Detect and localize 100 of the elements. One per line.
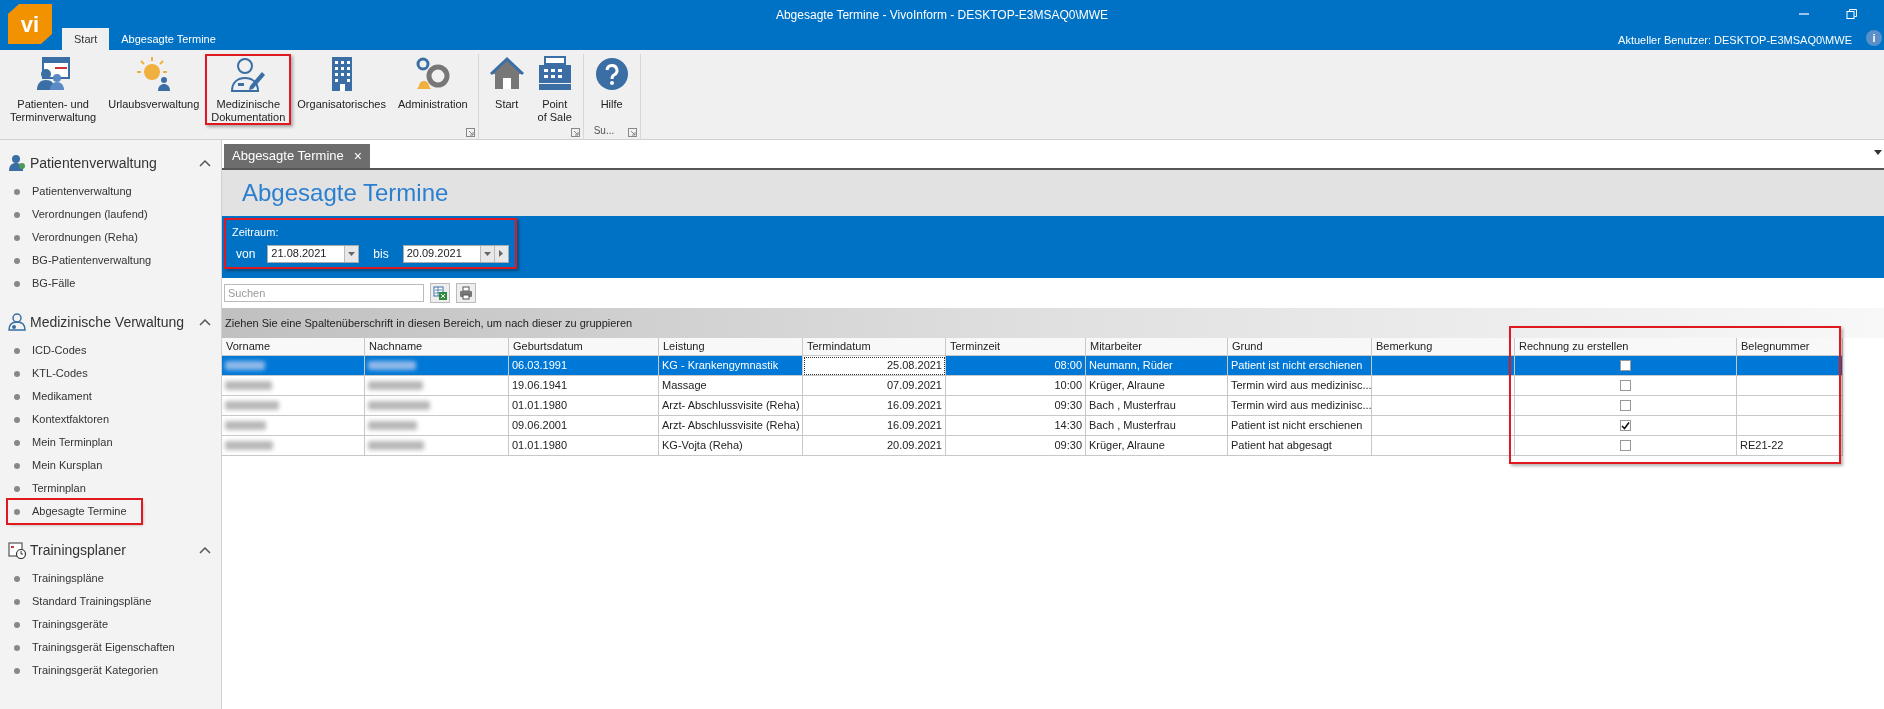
dropdown-button[interactable] [344, 245, 359, 262]
column-header[interactable]: Belegnummer [1737, 338, 1843, 356]
table-row[interactable]: 09.06.2001 Arzt- Abschlussvisite (Reha) 16.09.2021 14:30 Bach , Musterfrau Patient ist nicht erschienen [222, 416, 1843, 436]
table-row[interactable]: 01.01.1980 KG-Vojta (Reha) 20.09.2021 09:30 Krüger, Alraune Patient hat abgesagt RE21-22 [222, 436, 1843, 456]
ribbon-button[interactable]: Administration [391, 54, 474, 125]
column-header[interactable]: Bemerkung [1372, 338, 1515, 356]
table-cell: Krüger, Alraune [1086, 436, 1228, 456]
sidebar-item[interactable]: Trainingspläne [8, 567, 118, 590]
bullet-icon [14, 211, 20, 218]
sidebar-item[interactable]: Trainingsgerät Kategorien [8, 659, 173, 682]
section-header[interactable]: Trainingsplaner [8, 533, 211, 567]
sidebar-item[interactable]: Verordnungen (Reha) [8, 226, 152, 249]
collapse-icon [199, 318, 211, 326]
ribbon-button[interactable]: Patienten- und Terminverwaltung [4, 54, 103, 125]
ribbon-tab[interactable]: Start [62, 28, 110, 50]
sidebar-item[interactable]: Trainingsgeräte [8, 613, 123, 636]
redacted-text [368, 441, 424, 450]
dialog-launcher[interactable] [570, 128, 580, 137]
to-label: bis [373, 245, 389, 263]
redacted-text [225, 381, 272, 390]
column-header[interactable]: Nachname [365, 338, 509, 356]
checkbox[interactable] [1620, 420, 1631, 431]
group-label: Su... [593, 124, 615, 138]
sidebar-item[interactable]: Abgesagte Termine [8, 500, 141, 523]
sidebar-item[interactable]: ICD-Codes [8, 339, 101, 362]
bullet-icon [14, 485, 20, 492]
column-header[interactable]: Terminzeit [946, 338, 1086, 356]
sidebar-item[interactable]: Mein Terminplan [8, 431, 127, 454]
sidebar-item[interactable]: Verordnungen (laufend) [8, 203, 162, 226]
bullet-icon [14, 598, 20, 605]
sidebar-item[interactable]: Mein Kursplan [8, 454, 117, 477]
printer-icon [459, 286, 473, 300]
dialog-launcher[interactable] [627, 128, 637, 137]
sidebar-item[interactable]: Patientenverwaltung [8, 180, 146, 203]
ribbon-tab[interactable]: Abgesagte Termine [109, 28, 228, 50]
checkbox[interactable] [1620, 400, 1631, 411]
doctor-pen-icon [230, 56, 267, 92]
dialog-launcher[interactable] [465, 128, 475, 137]
ribbon-button[interactable]: Point of Sale [530, 54, 579, 125]
sidebar-item[interactable]: Terminplan [8, 477, 100, 500]
table-cell: 25.08.2021 [803, 356, 946, 376]
sidebar-item[interactable]: Medikament [8, 385, 106, 408]
column-header[interactable]: Geburtsdatum [509, 338, 659, 356]
sidebar-item[interactable]: Trainingsgerät Eigenschaften [8, 636, 189, 659]
app-logo: vi [8, 4, 52, 44]
ribbon-button[interactable]: Hilfe [587, 54, 636, 125]
checkbox[interactable] [1620, 380, 1631, 391]
redacted-text [368, 401, 430, 410]
house-icon [488, 56, 525, 92]
bullet-icon [14, 416, 20, 423]
date-field[interactable]: 21.08.2021 [267, 244, 360, 263]
export-button[interactable] [430, 283, 450, 303]
table-row[interactable]: 06.03.1991 KG - Krankengymnastik 25.08.2021 08:00 Neumann, Rüder Patient ist nicht erschienen [222, 356, 1843, 376]
ribbon-button[interactable]: Medizinische Dokumentation [205, 54, 292, 125]
caret-icon [348, 251, 356, 256]
launcher-icon [627, 128, 637, 137]
column-header[interactable]: Vorname [222, 338, 365, 356]
column-header[interactable]: Grund [1228, 338, 1372, 356]
ribbon-button[interactable]: Start [482, 54, 531, 125]
bullet-icon [14, 280, 20, 287]
table-row[interactable]: 19.06.1941 Massage 07.09.2021 10:00 Krüger, Alraune Termin wird aus medizinisc... [222, 376, 1843, 396]
sidebar-item[interactable]: Kontextfaktoren [8, 408, 124, 431]
section-header[interactable]: Patientenverwaltung [8, 146, 211, 180]
sidebar-item[interactable]: KTL-Codes [8, 362, 102, 385]
print-button[interactable] [456, 283, 476, 303]
column-header[interactable]: Rechnung zu erstellen [1515, 338, 1737, 356]
ribbon-button[interactable]: Organisatorisches [291, 54, 392, 125]
table-cell: RE21-22 [1737, 436, 1843, 456]
bullet-icon [14, 439, 20, 446]
redacted-text [368, 361, 416, 370]
bullet-icon [14, 188, 20, 195]
bullet-icon [14, 347, 20, 354]
date-field[interactable]: 20.09.2021 [402, 244, 509, 263]
bullet-icon [14, 575, 20, 582]
redacted-text [225, 441, 273, 450]
sidebar-item[interactable]: BG-Patientenverwaltung [8, 249, 166, 272]
bullet-icon [14, 393, 20, 400]
section-header[interactable]: Medizinische Verwaltung [8, 305, 211, 339]
bullet-icon [14, 621, 20, 628]
close-button[interactable]: × [353, 149, 362, 163]
people-icon [8, 154, 26, 172]
sidebar-item[interactable]: Standard Trainingspläne [8, 590, 166, 613]
column-header[interactable]: Termindatum [803, 338, 946, 356]
column-header[interactable]: Mitarbeiter [1086, 338, 1228, 356]
table-row[interactable]: 01.01.1980 Arzt- Abschlussvisite (Reha) 16.09.2021 09:30 Bach , Musterfrau Termin wird aus medizinisc... [222, 396, 1843, 416]
document-tab[interactable]: Abgesagte Termine × [224, 144, 370, 168]
table-cell: 20.09.2021 [803, 436, 946, 456]
page-title: Abgesagte Termine [242, 178, 449, 208]
help-icon [593, 56, 630, 92]
ribbon-button[interactable]: Urlaubsverwaltung [102, 54, 206, 125]
search-field[interactable]: Suchen [224, 284, 424, 302]
dropdown-button[interactable] [479, 245, 494, 262]
column-header[interactable]: Leistung [659, 338, 803, 356]
checkbox[interactable] [1620, 440, 1631, 451]
redacted-text [368, 421, 417, 430]
checkbox[interactable] [1620, 360, 1631, 371]
collapse-icon [199, 546, 211, 554]
launcher-icon [465, 128, 475, 137]
table-export-icon [433, 286, 447, 300]
sidebar-item[interactable]: BG-Fälle [8, 272, 90, 295]
